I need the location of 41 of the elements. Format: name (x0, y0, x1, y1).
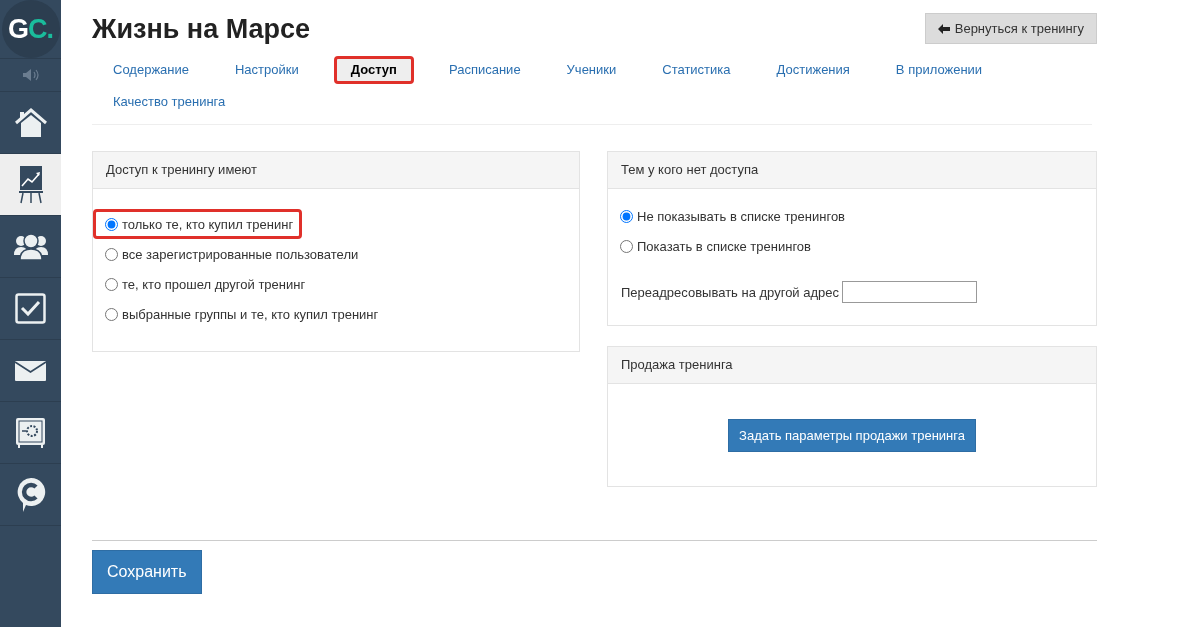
tab[interactable]: Достижения (765, 56, 861, 84)
tab[interactable]: Ученики (555, 56, 628, 84)
radio-label: все зарегистрированные пользователи (122, 246, 359, 262)
tab[interactable]: Статистика (651, 56, 742, 84)
checkbox-icon (15, 293, 46, 324)
home-icon (13, 107, 48, 138)
radio-button[interactable] (105, 217, 118, 231)
mail-icon (15, 360, 46, 381)
arrow-left-icon (937, 23, 950, 34)
sale-settings-button[interactable]: Задать параметры продажи тренинга (728, 419, 976, 452)
people-icon (13, 232, 48, 261)
radio-label: только те, кто купил тренинг (122, 216, 294, 232)
chat-icon (15, 476, 46, 513)
radio-button[interactable] (105, 247, 118, 261)
field-label: Переадресовывать на другой адрес (621, 284, 839, 300)
radio-button[interactable] (105, 277, 118, 291)
radio-label: Показать в списке тренингов (637, 238, 811, 254)
safe-icon (15, 416, 46, 449)
panel-title: Продажа тренинга (608, 347, 1096, 384)
tab[interactable]: Качество тренинга (102, 88, 237, 116)
panel-title: Тем у кого нет доступа (608, 152, 1096, 189)
radio-button[interactable] (620, 209, 633, 223)
redirect-address-field[interactable] (842, 281, 977, 303)
sidebar-item[interactable] (0, 154, 61, 216)
radio-label: выбранные группы и те, кто купил тренинг (122, 306, 379, 322)
back-button[interactable]: Вернуться к тренингу (924, 13, 1097, 44)
tab[interactable]: Содержание (102, 56, 200, 84)
tab[interactable]: Доступ (333, 56, 414, 84)
tab[interactable]: Настройки (224, 56, 310, 84)
presentation-chart-icon (18, 164, 43, 205)
radio-label: Не показывать в списке тренингов (637, 208, 846, 224)
page-title: Жизнь на Марсе (92, 13, 311, 45)
tab[interactable]: Расписание (437, 56, 532, 84)
tab[interactable]: В приложении (884, 56, 994, 84)
radio-label: те, кто прошел другой тренинг (122, 276, 306, 292)
radio-button[interactable] (105, 307, 118, 321)
panel-title: Доступ к тренингу имеют (93, 152, 579, 189)
radio-button[interactable] (620, 239, 633, 253)
speaker-icon (21, 69, 40, 81)
save-button[interactable]: Сохранить (92, 550, 202, 594)
logo[interactable]: GC. (1, 0, 60, 58)
